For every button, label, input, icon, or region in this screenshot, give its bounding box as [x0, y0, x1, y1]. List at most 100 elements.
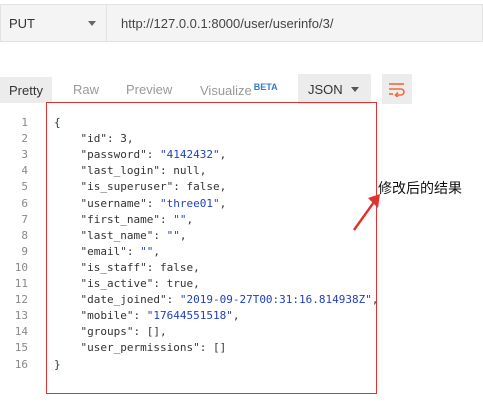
json-colon: :: [146, 260, 160, 274]
json-value: false: [186, 180, 220, 194]
json-colon: :: [166, 293, 180, 307]
json-colon: :: [133, 309, 147, 323]
line-number: 16: [14, 357, 28, 371]
brace: {: [54, 116, 61, 129]
tab-visualize[interactable]: Visualize BETA: [200, 82, 278, 98]
tab-raw[interactable]: Raw: [73, 82, 99, 97]
json-value: []: [146, 325, 160, 339]
json-key: "email": [80, 244, 127, 258]
json-value: "": [140, 244, 154, 258]
line-number: 13: [14, 309, 28, 323]
line-number: 11: [14, 277, 28, 290]
json-punctuation: ,: [186, 212, 194, 226]
code-text: "last_login": null,: [54, 163, 207, 179]
json-value: "17644551518": [146, 309, 233, 323]
json-key: "date_joined": [80, 293, 167, 307]
line-number: 6: [21, 196, 28, 210]
beta-badge: BETA: [253, 82, 278, 92]
code-text: "username": "three01",: [54, 196, 227, 212]
code-text: {: [54, 115, 61, 131]
json-key: "last_login": [80, 164, 160, 178]
line-number: 7: [21, 212, 28, 226]
code-text: "mobile": "17644551518",: [54, 308, 240, 324]
json-punctuation: ,: [193, 260, 200, 274]
json-punctuation: ,: [199, 164, 207, 178]
json-colon: :: [173, 180, 187, 194]
code-text: "last_name": "",: [54, 228, 187, 244]
json-key: "is_superuser": [80, 180, 174, 194]
code-text: "id": 3,: [54, 131, 134, 147]
line-number: 8: [21, 228, 28, 242]
tab-preview[interactable]: Preview: [126, 82, 172, 97]
line-number: 5: [21, 180, 28, 194]
annotation-text: 修改后的结果: [378, 181, 462, 197]
tab-raw-label: Raw: [73, 82, 100, 97]
url-input[interactable]: http://127.0.0.1:8000/user/userinfo/3/: [107, 4, 483, 42]
json-key: "password": [80, 148, 147, 162]
brace: }: [54, 357, 61, 371]
json-colon: :: [199, 341, 213, 355]
chevron-down-icon: [88, 20, 96, 26]
line-number: 12: [14, 293, 28, 307]
code-text: "groups": [],: [54, 324, 167, 340]
line-number: 15: [14, 341, 28, 355]
json-key: "user_permissions": [80, 341, 200, 355]
code-text: "password": "4142432",: [54, 147, 227, 163]
code-text: }: [54, 357, 61, 373]
json-punctuation: ,: [232, 309, 240, 323]
line-number: 10: [14, 260, 28, 274]
json-value: "three01": [159, 196, 220, 210]
code-text: "is_active": true,: [54, 276, 200, 292]
json-value: "": [166, 228, 180, 242]
json-value: null: [173, 164, 200, 178]
format-select[interactable]: JSON: [298, 74, 371, 104]
tab-visualize-label: Visualize: [200, 83, 252, 98]
json-punctuation: ,: [193, 277, 200, 290]
line-number: 3: [21, 148, 28, 162]
json-colon: :: [159, 212, 174, 226]
tab-pretty[interactable]: Pretty: [0, 77, 52, 103]
json-key: "is_staff": [80, 260, 147, 274]
json-punctuation: ,: [219, 148, 227, 162]
json-punctuation: ,: [159, 325, 167, 339]
code-text: "is_superuser": false,: [54, 179, 227, 195]
json-colon: :: [153, 228, 167, 242]
json-punctuation: ,: [371, 293, 379, 307]
json-punctuation: ,: [219, 196, 227, 210]
json-colon: :: [159, 164, 174, 178]
line-number: 2: [21, 132, 28, 146]
method-select[interactable]: PUT: [0, 4, 107, 42]
code-text: "is_staff": false,: [54, 260, 200, 276]
wrap-lines-button[interactable]: [382, 74, 412, 104]
json-key: "is_active": [80, 277, 154, 290]
tab-preview-label: Preview: [126, 82, 173, 97]
json-value: true: [166, 277, 194, 290]
json-colon: :: [126, 244, 141, 258]
json-punctuation: ,: [126, 132, 134, 146]
json-key: "id": [80, 132, 108, 146]
json-value: false: [159, 260, 194, 274]
json-key: "mobile": [80, 309, 134, 323]
request-bar: PUT http://127.0.0.1:8000/user/userinfo/…: [0, 0, 483, 46]
json-colon: :: [153, 277, 167, 290]
json-colon: :: [146, 148, 160, 162]
json-value: "2019-09-27T00:31:16.814938Z": [179, 293, 372, 307]
json-key: "username": [80, 196, 147, 210]
line-number: 4: [21, 164, 28, 178]
json-punctuation: ,: [153, 244, 160, 258]
tab-pretty-label: Pretty: [9, 82, 43, 98]
postman-response-view: PUT http://127.0.0.1:8000/user/userinfo/…: [0, 0, 483, 419]
json-key: "groups": [80, 325, 134, 339]
line-number: 1: [21, 116, 28, 129]
code-text: "user_permissions": []: [54, 340, 227, 356]
